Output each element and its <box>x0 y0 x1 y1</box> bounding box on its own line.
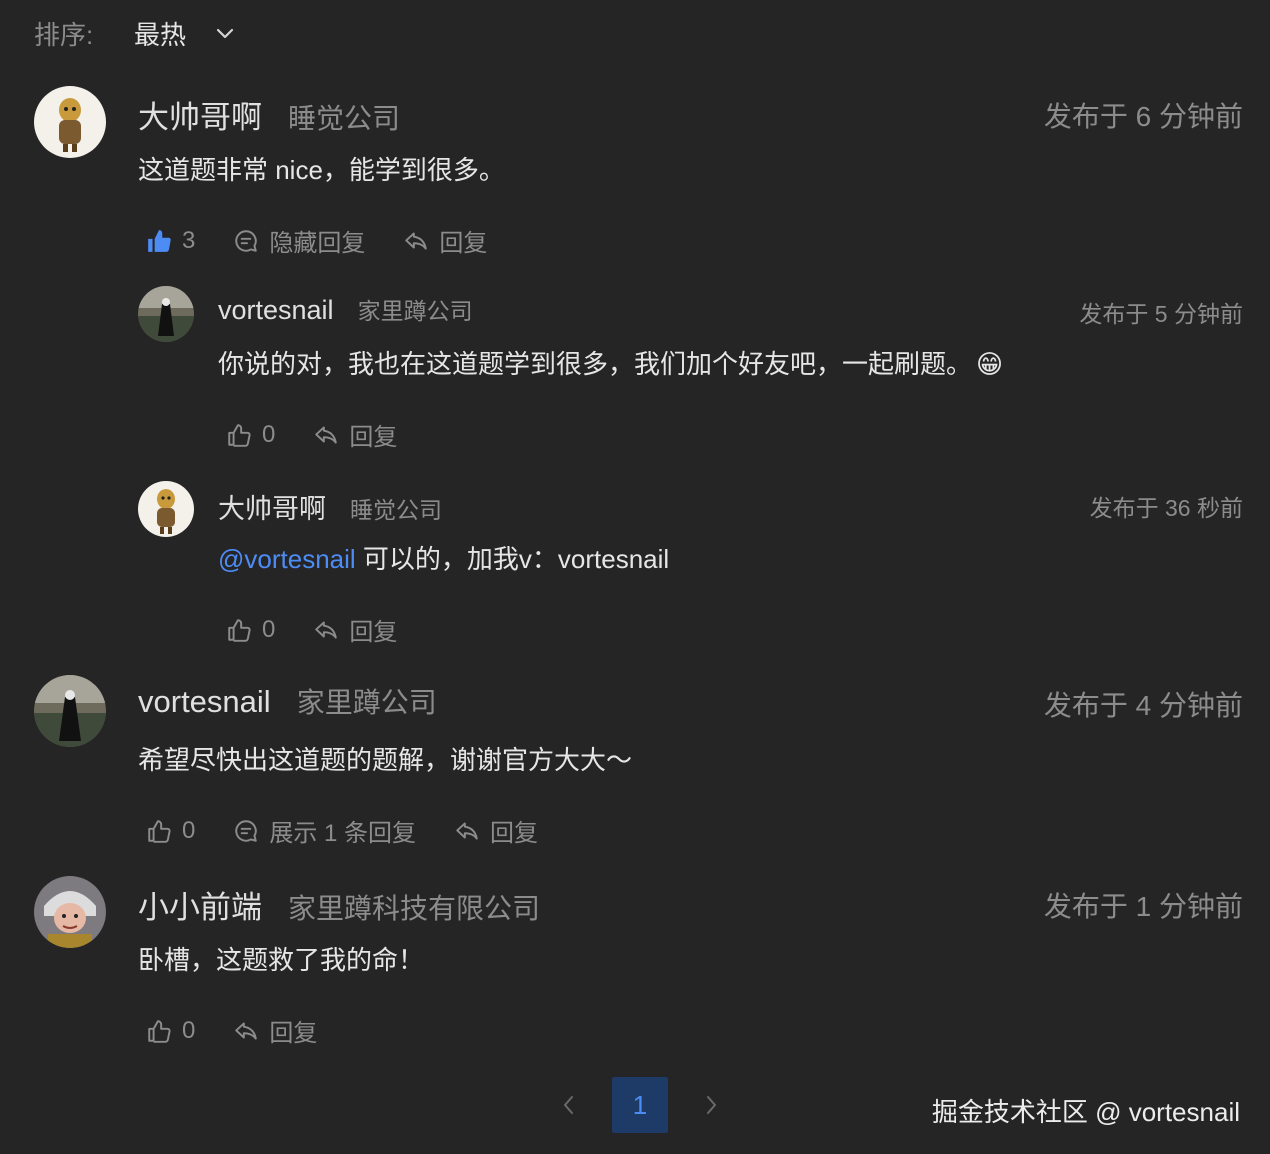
chevron-right-icon <box>707 1096 716 1114</box>
reply-actions: 0 回复 <box>226 612 435 647</box>
avatar[interactable] <box>34 86 106 158</box>
mention-link[interactable]: @vortesnail <box>218 544 356 574</box>
reply-label: 回复 <box>349 619 398 646</box>
like-count: 0 <box>262 420 276 448</box>
reply-arrow-icon <box>405 231 428 250</box>
sort-bar: 排序: 最热 <box>34 14 234 52</box>
reply-label: 回复 <box>490 820 539 847</box>
reply-arrow-icon <box>456 821 478 840</box>
like-button[interactable]: 0 <box>226 616 275 644</box>
reply-label: 回复 <box>269 1020 318 1047</box>
timestamp: 发布于 36 秒前 <box>1089 495 1243 521</box>
username[interactable]: vortesnail <box>138 684 271 720</box>
comment-text: 这道题非常 nice，能学到很多。 <box>138 155 505 185</box>
reply-text: 你说的对，我也在这道题学到很多，我们加个好友吧，一起刷题。 <box>218 349 973 379</box>
sort-select-value[interactable]: 最热 <box>134 15 186 52</box>
timestamp: 发布于 1 分钟前 <box>1043 891 1243 922</box>
reply-header: vortesnail 家里蹲公司 <box>218 292 473 326</box>
comment-bubble-icon <box>235 819 258 842</box>
thumbs-up-filled-icon <box>148 229 171 252</box>
reply-label: 回复 <box>349 424 398 451</box>
like-button[interactable]: 3 <box>146 227 195 255</box>
next-page-button[interactable] <box>684 1077 740 1133</box>
show-replies-button[interactable]: 展示 1 条回复 <box>233 813 416 848</box>
timestamp: 发布于 4 分钟前 <box>1043 690 1243 721</box>
reply-text: 可以的，加我v：vortesnail <box>355 544 670 574</box>
like-count: 0 <box>182 816 196 844</box>
user-company: 睡觉公司 <box>350 497 442 523</box>
thumbs-up-icon <box>228 423 251 447</box>
reply-text-row: @vortesnail 可以的，加我v：vortesnail <box>218 539 669 576</box>
comment-section: 排序: 最热 大帅哥啊 睡觉公司 发布于 6 分钟前 这道题非常 nice，能学… <box>0 0 1270 1154</box>
thumbs-up-icon <box>148 819 171 843</box>
pagination: 1 <box>540 1077 740 1133</box>
thumbs-up-icon <box>228 618 251 642</box>
chevron-down-icon[interactable] <box>216 28 234 40</box>
avatar[interactable] <box>138 286 194 342</box>
grin-emoji: 😁 <box>976 349 1004 379</box>
reply-button[interactable]: 回复 <box>454 813 538 848</box>
reply-arrow-icon <box>315 425 338 444</box>
username[interactable]: vortesnail <box>218 295 334 326</box>
reply-button[interactable]: 回复 <box>313 612 397 647</box>
comment-text: 卧槽，这题救了我的命！ <box>138 945 425 975</box>
reply-label: 回复 <box>439 230 488 257</box>
comment-text: 希望尽快出这道题的题解，谢谢官方大大～ <box>138 745 633 775</box>
comment-actions: 3 隐藏回复 回复 <box>146 223 525 258</box>
reply-arrow-icon <box>315 620 338 639</box>
user-company: 家里蹲科技有限公司 <box>288 893 541 924</box>
timestamp: 发布于 5 分钟前 <box>1079 301 1243 327</box>
comment-header: 小小前端 家里蹲科技有限公司 <box>138 882 540 927</box>
like-button[interactable]: 0 <box>146 1017 195 1045</box>
reply-button[interactable]: 回复 <box>403 223 487 258</box>
comment-header: vortesnail 家里蹲公司 <box>138 681 437 721</box>
sort-label: 排序: <box>34 19 94 50</box>
user-company: 睡觉公司 <box>288 103 401 134</box>
username[interactable]: 大帅哥啊 <box>138 92 262 137</box>
like-count: 0 <box>182 1016 196 1044</box>
comment-actions: 0 展示 1 条回复 回复 <box>146 813 576 848</box>
hide-replies-label: 隐藏回复 <box>269 230 366 257</box>
user-company: 家里蹲公司 <box>296 687 437 718</box>
reply-actions: 0 回复 <box>226 417 435 452</box>
reply-text-row: 你说的对，我也在这道题学到很多，我们加个好友吧，一起刷题。 😁 <box>218 344 1003 381</box>
comment-header: 大帅哥啊 睡觉公司 <box>138 92 400 137</box>
show-replies-label: 展示 1 条回复 <box>269 820 417 847</box>
like-button[interactable]: 0 <box>146 817 195 845</box>
reply-button[interactable]: 回复 <box>233 1013 317 1048</box>
avatar[interactable] <box>34 876 106 948</box>
page-button-current[interactable]: 1 <box>612 1077 668 1133</box>
like-count: 3 <box>182 226 196 254</box>
avatar[interactable] <box>138 481 194 537</box>
hide-replies-button[interactable]: 隐藏回复 <box>233 223 365 258</box>
username[interactable]: 大帅哥啊 <box>218 487 326 526</box>
like-count: 0 <box>262 615 276 643</box>
comment-bubble-icon <box>235 229 258 252</box>
reply-arrow-icon <box>235 1021 258 1040</box>
timestamp: 发布于 6 分钟前 <box>1043 101 1243 132</box>
user-company: 家里蹲公司 <box>357 298 473 324</box>
prev-page-button[interactable] <box>540 1077 596 1133</box>
chevron-left-icon <box>564 1096 573 1114</box>
avatar[interactable] <box>34 675 106 747</box>
watermark: 掘金技术社区 @ vortesnail <box>931 1097 1240 1127</box>
reply-header: 大帅哥啊 睡觉公司 <box>218 487 442 526</box>
comment-actions: 0 回复 <box>146 1013 355 1048</box>
thumbs-up-icon <box>148 1019 171 1043</box>
username[interactable]: 小小前端 <box>138 882 262 927</box>
like-button[interactable]: 0 <box>226 421 275 449</box>
reply-button[interactable]: 回复 <box>313 417 397 452</box>
